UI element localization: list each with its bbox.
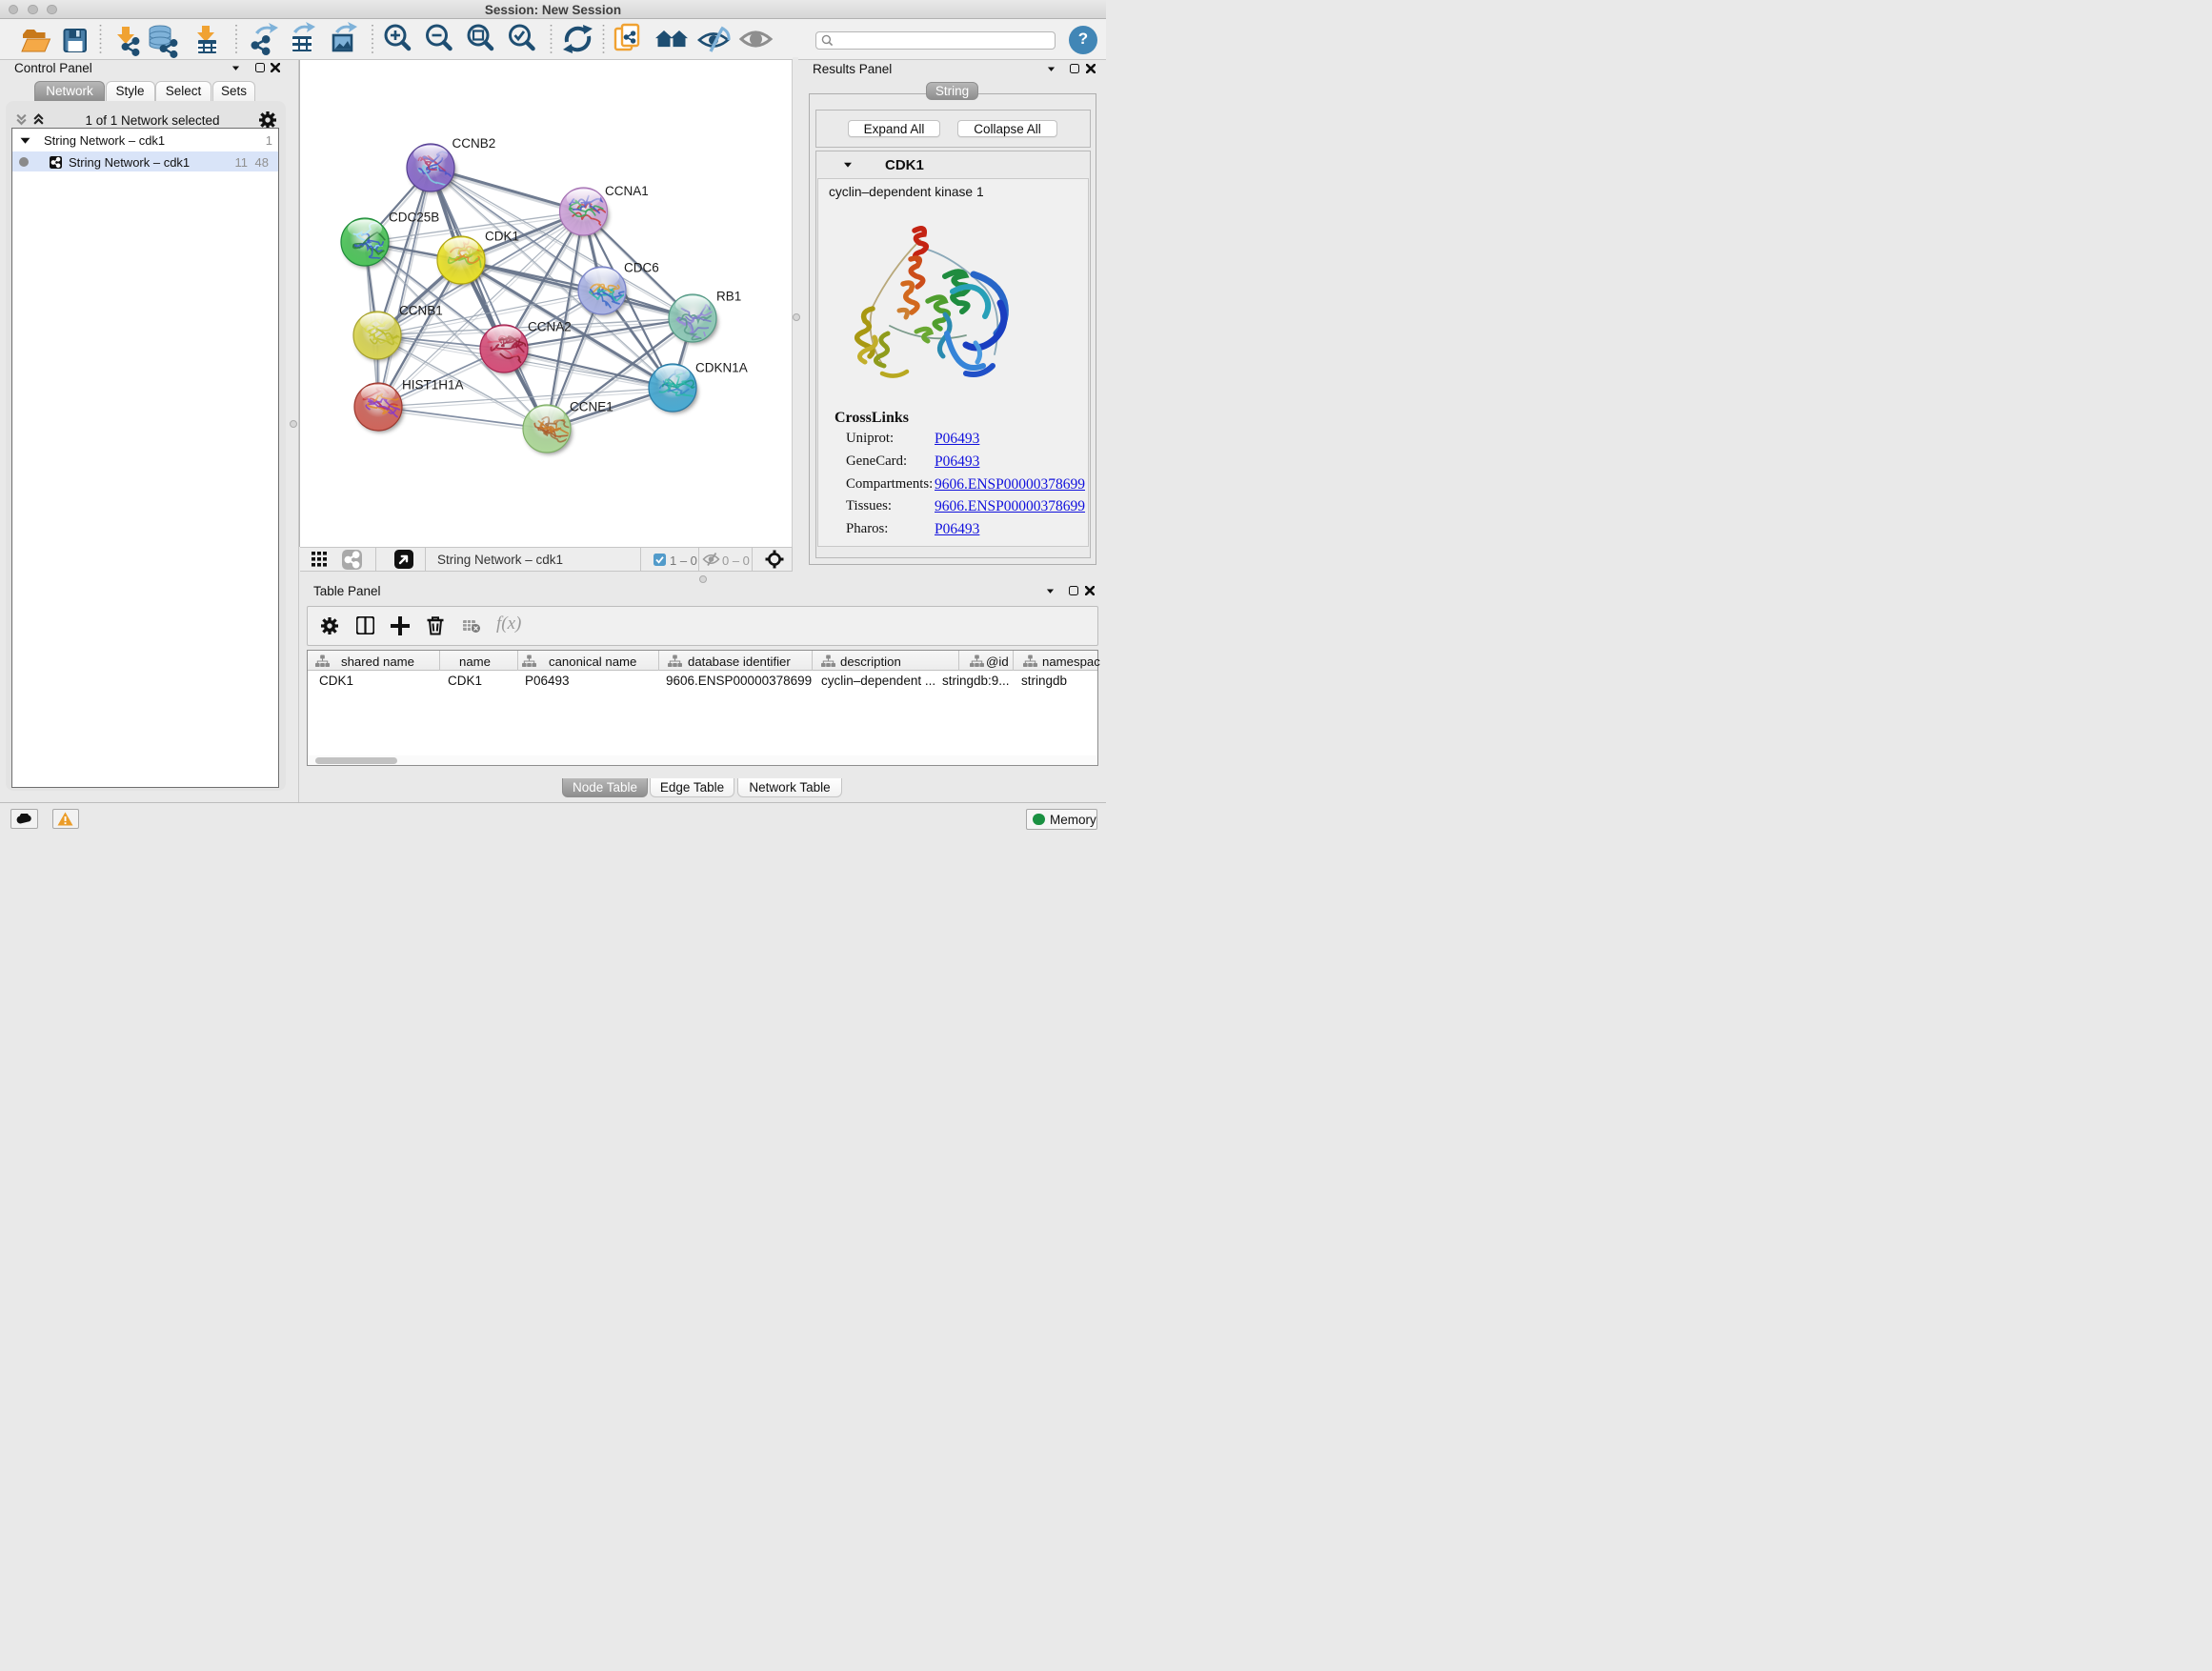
svg-text:CDC25B: CDC25B (389, 211, 439, 225)
svg-text:CCNE1: CCNE1 (570, 400, 613, 414)
svg-text:CCNA2: CCNA2 (528, 320, 572, 334)
svg-text:HIST1H1A: HIST1H1A (402, 378, 464, 393)
svg-text:CCNA1: CCNA1 (605, 184, 649, 198)
svg-text:CDKN1A: CDKN1A (695, 361, 748, 375)
svg-text:CDC6: CDC6 (624, 261, 659, 275)
svg-text:CCNB2: CCNB2 (452, 136, 496, 151)
svg-text:CCNB1: CCNB1 (399, 304, 443, 318)
svg-text:RB1: RB1 (716, 290, 741, 304)
svg-text:CDK1: CDK1 (485, 230, 519, 244)
